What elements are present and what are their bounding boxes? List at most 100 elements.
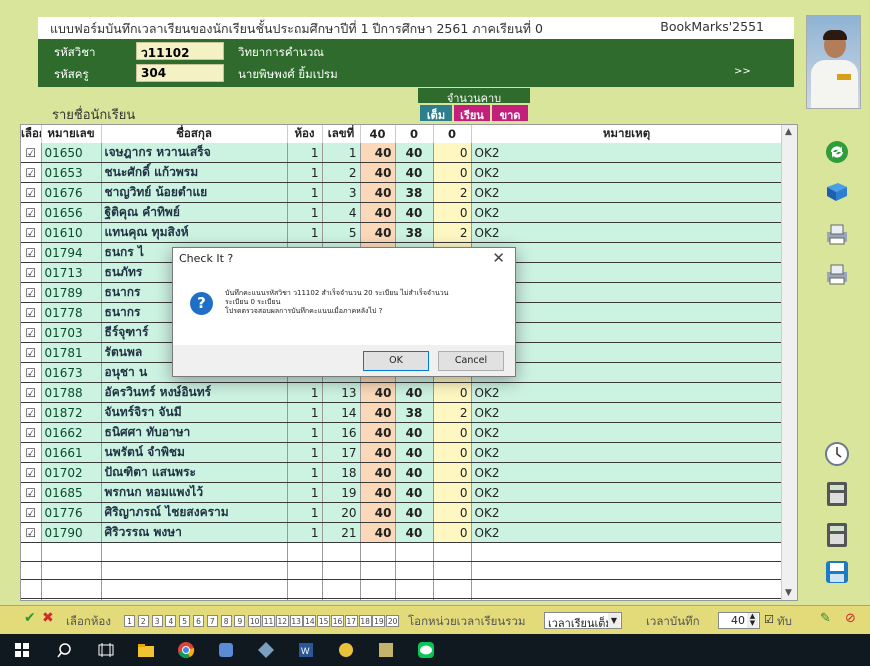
room-button[interactable]: 20 <box>386 615 400 627</box>
chevron-down-icon[interactable]: ▼ <box>608 613 620 628</box>
room-button[interactable]: 4 <box>165 615 177 627</box>
cell-note[interactable]: OK2 <box>471 302 783 323</box>
row-checkbox[interactable]: ☑ <box>21 222 42 243</box>
book-button[interactable] <box>822 178 852 206</box>
empty-cell[interactable] <box>41 561 102 580</box>
row-checkbox[interactable]: ☑ <box>21 202 42 223</box>
app-icon-2[interactable] <box>256 640 276 660</box>
row-checkbox[interactable]: ☑ <box>21 162 42 183</box>
cell-note[interactable]: OK2 <box>471 462 783 483</box>
scroll-up-icon[interactable]: ▲ <box>785 127 792 137</box>
col-id[interactable]: หมายเลข <box>41 125 102 143</box>
overwrite-checkbox[interactable]: ☑ <box>764 613 774 626</box>
row-checkbox[interactable]: ☑ <box>21 282 42 303</box>
room-button[interactable]: 7 <box>206 615 218 627</box>
cell-attend[interactable]: 40 <box>395 442 434 463</box>
empty-cell[interactable] <box>101 579 288 599</box>
empty-cell[interactable] <box>287 561 323 580</box>
empty-cell[interactable] <box>101 561 288 580</box>
clock-button[interactable] <box>822 440 852 468</box>
empty-cell[interactable] <box>433 598 472 600</box>
cell-absent[interactable]: 0 <box>433 162 472 183</box>
cell-attend[interactable]: 40 <box>395 502 434 523</box>
empty-cell[interactable] <box>41 598 102 600</box>
empty-row[interactable] <box>21 598 783 600</box>
more-button[interactable]: >> <box>734 66 751 77</box>
room-button[interactable]: 16 <box>331 615 344 627</box>
room-button[interactable]: 14 <box>303 615 317 627</box>
empty-cell[interactable] <box>395 561 434 580</box>
photo-app-icon[interactable] <box>376 640 396 660</box>
row-checkbox[interactable]: ☑ <box>21 502 42 523</box>
cell-note[interactable]: OK2 <box>471 202 783 223</box>
task-view-icon[interactable] <box>96 640 116 660</box>
empty-row[interactable] <box>21 542 783 562</box>
file-explorer-icon[interactable] <box>136 640 156 660</box>
cell-absent[interactable]: 0 <box>433 202 472 223</box>
cell-note[interactable]: OK2 <box>471 522 783 543</box>
row-checkbox[interactable]: ☑ <box>21 462 42 483</box>
room-button[interactable]: 2 <box>137 615 149 627</box>
app-icon[interactable] <box>216 640 236 660</box>
save-button[interactable] <box>822 558 852 586</box>
empty-cell[interactable] <box>395 598 434 600</box>
row-checkbox[interactable]: ☑ <box>21 442 42 463</box>
cell-attend[interactable]: 40 <box>395 162 434 183</box>
row-checkbox[interactable]: ☑ <box>21 242 42 263</box>
cell-note[interactable]: OK2 <box>471 422 783 443</box>
cell-note[interactable]: OK2 <box>471 282 783 303</box>
table-row[interactable]: ☑ 01661 นพรัตน์ จำพิชม 1 17 40 40 0 OK2 <box>21 442 783 463</box>
row-checkbox[interactable]: ☑ <box>21 362 42 383</box>
row-checkbox[interactable]: ☑ <box>21 522 42 543</box>
chrome-icon[interactable] <box>176 640 196 660</box>
table-row[interactable]: ☑ 01872 จันทร์จิรา จันมี 1 14 40 38 2 OK2 <box>21 402 783 423</box>
print-preview-button[interactable] <box>822 260 852 288</box>
empty-cell[interactable] <box>287 579 323 599</box>
empty-cell[interactable] <box>471 598 783 600</box>
empty-cell[interactable] <box>41 542 102 562</box>
empty-cell[interactable] <box>322 579 361 599</box>
col-absent[interactable]: 0 <box>433 125 472 143</box>
subject-code-field[interactable]: ว11102 <box>136 42 224 60</box>
empty-cell[interactable] <box>395 542 434 562</box>
room-button[interactable]: 6 <box>193 615 204 627</box>
col-note[interactable]: หมายเหตุ <box>471 125 783 143</box>
row-checkbox[interactable]: ☑ <box>21 302 42 323</box>
empty-cell[interactable] <box>21 542 42 562</box>
cell-note[interactable]: OK2 <box>471 402 783 423</box>
empty-cell[interactable] <box>41 579 102 599</box>
uncheck-all-icon[interactable]: ✖ <box>42 610 54 626</box>
cell-attend[interactable]: 40 <box>395 143 434 163</box>
calculator-2-button[interactable] <box>822 521 852 549</box>
room-button[interactable]: 18 <box>358 615 372 627</box>
room-button[interactable]: 1 <box>124 615 135 627</box>
row-checkbox[interactable]: ☑ <box>21 322 42 343</box>
cell-absent[interactable]: 0 <box>433 462 472 483</box>
empty-cell[interactable] <box>433 542 472 562</box>
edit-pencil-icon[interactable]: ✎ <box>820 611 831 626</box>
table-row[interactable]: ☑ 01788 อัครวินทร์ หงษ์อินทร์ 1 13 40 40 0 OK2 <box>21 382 783 403</box>
cell-note[interactable]: OK2 <box>471 262 783 283</box>
col-name[interactable]: ชื่อสกุล <box>101 125 288 143</box>
room-button[interactable]: 11 <box>262 615 275 627</box>
cell-note[interactable]: OK2 <box>471 482 783 503</box>
cell-note[interactable]: OK2 <box>471 182 783 203</box>
row-checkbox[interactable]: ☑ <box>21 482 42 503</box>
empty-cell[interactable] <box>322 598 361 600</box>
cell-absent[interactable]: 2 <box>433 222 472 243</box>
empty-cell[interactable] <box>322 542 361 562</box>
row-checkbox[interactable]: ☑ <box>21 422 42 443</box>
empty-cell[interactable] <box>360 579 396 599</box>
empty-cell[interactable] <box>101 598 288 600</box>
empty-cell[interactable] <box>395 579 434 599</box>
room-button[interactable]: 13 <box>289 615 303 627</box>
windows-start-icon[interactable] <box>12 640 32 660</box>
cell-attend[interactable]: 40 <box>395 462 434 483</box>
empty-cell[interactable] <box>360 542 396 562</box>
room-button[interactable]: 19 <box>372 615 386 627</box>
table-row[interactable]: ☑ 01610 แทนคุณ ทุมสิงห์ 1 5 40 38 2 OK2 <box>21 222 783 243</box>
room-button[interactable]: 15 <box>317 615 331 627</box>
empty-cell[interactable] <box>433 579 472 599</box>
print-button[interactable] <box>822 220 852 248</box>
row-checkbox[interactable]: ☑ <box>21 143 42 163</box>
